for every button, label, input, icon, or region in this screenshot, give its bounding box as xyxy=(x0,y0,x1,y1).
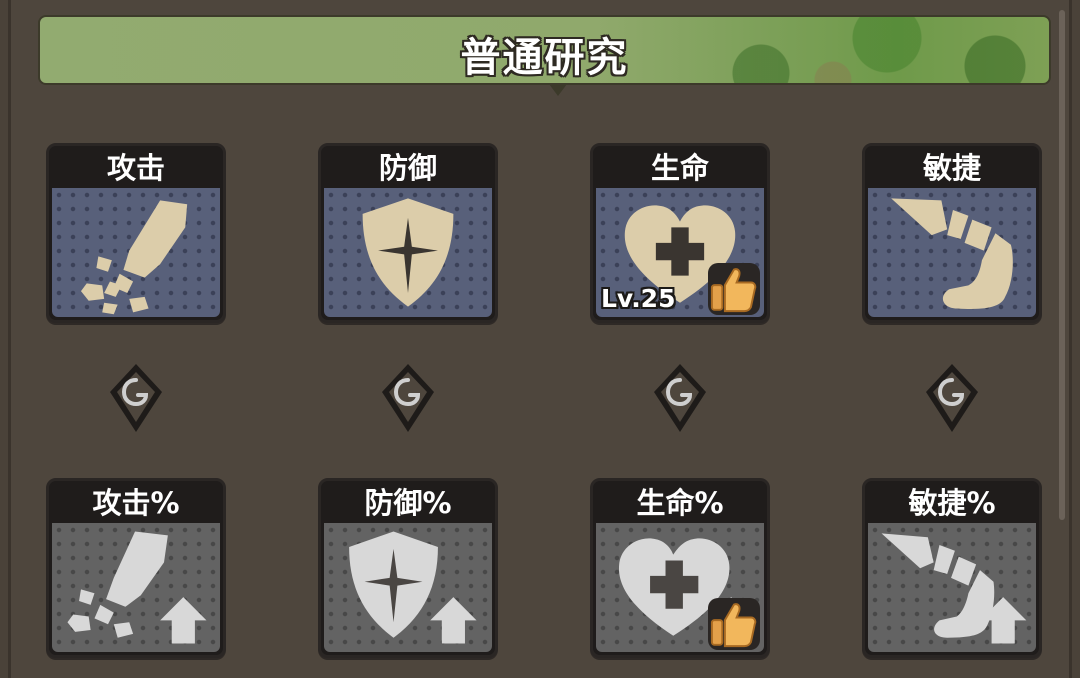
card-body xyxy=(868,523,1036,652)
path-connector-icon xyxy=(654,364,706,432)
card-body xyxy=(52,523,220,652)
card-body xyxy=(596,523,764,652)
research-card-attack[interactable]: 攻击 xyxy=(46,143,226,323)
card-body xyxy=(868,188,1036,317)
recommend-badge xyxy=(708,263,760,315)
thumbs-up-icon xyxy=(710,603,757,648)
sword-up-icon xyxy=(67,531,207,644)
card-label: 攻击% xyxy=(92,486,180,520)
card-label: 敏捷% xyxy=(908,486,996,520)
research-card-hp[interactable]: 生命 Lv.25 xyxy=(590,143,770,323)
card-label: 生命 xyxy=(650,151,709,185)
card-label: 攻击 xyxy=(106,151,165,185)
panel-header: 普通研究 xyxy=(38,15,1051,85)
research-card-agility-percent[interactable]: 敏捷% xyxy=(862,478,1042,658)
boot-icon xyxy=(891,198,1013,309)
card-body xyxy=(324,523,492,652)
card-body: Lv.25 xyxy=(596,188,764,317)
thumbs-up-icon xyxy=(710,268,757,313)
research-card-agility[interactable]: 敏捷 xyxy=(862,143,1042,323)
card-body xyxy=(52,188,220,317)
shield-up-icon xyxy=(349,531,477,644)
research-card-defense-percent[interactable]: 防御% xyxy=(318,478,498,658)
sword-icon xyxy=(80,200,188,315)
level-label: Lv.25 xyxy=(601,284,676,313)
path-connector-icon xyxy=(382,364,434,432)
boot-up-icon xyxy=(881,533,1027,644)
panel-title: 普通研究 xyxy=(460,35,629,81)
shield-icon xyxy=(362,198,454,307)
card-label: 敏捷 xyxy=(922,151,981,185)
recommend-badge xyxy=(708,598,760,650)
research-card-defense[interactable]: 防御 xyxy=(318,143,498,323)
path-connector-icon xyxy=(110,364,162,432)
card-label: 防御 xyxy=(378,151,437,185)
research-card-hp-percent[interactable]: 生命% xyxy=(590,478,770,658)
scrollbar[interactable] xyxy=(1059,10,1065,520)
card-label: 生命% xyxy=(636,486,724,520)
research-card-attack-percent[interactable]: 攻击% xyxy=(46,478,226,658)
header-pointer xyxy=(549,84,567,96)
path-connector-icon xyxy=(926,364,978,432)
card-label: 防御% xyxy=(364,486,452,520)
card-body xyxy=(324,188,492,317)
